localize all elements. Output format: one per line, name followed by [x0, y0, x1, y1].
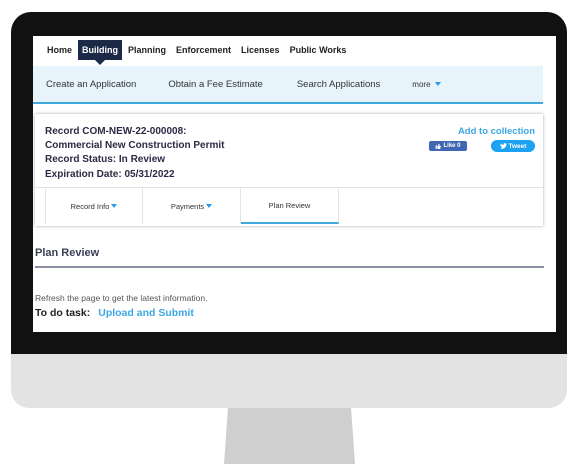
twitter-bird-icon [499, 143, 507, 149]
nav-planning[interactable]: Planning [124, 40, 170, 60]
tab-record-info-label: Record Info [70, 201, 110, 211]
facebook-like-button[interactable]: Like 0 [429, 141, 467, 151]
add-to-collection-link[interactable]: Add to collection [458, 126, 535, 137]
create-application-link[interactable]: Create an Application [46, 79, 136, 90]
record-type: Commercial New Construction Permit [45, 140, 225, 151]
record-card: Record COM-NEW-22-000008: Commercial New… [35, 114, 543, 226]
nav-enforcement[interactable]: Enforcement [172, 40, 235, 60]
nav-licenses[interactable]: Licenses [237, 40, 284, 60]
monitor-chin [11, 354, 567, 408]
refresh-note: Refresh the page to get the latest infor… [35, 293, 208, 303]
top-nav: Home Building Planning Enforcement Licen… [33, 36, 556, 65]
thumbs-up-icon [436, 143, 442, 149]
nav-public-works[interactable]: Public Works [286, 40, 351, 60]
record-tabs: Record Info Payments Plan Review [35, 187, 543, 224]
monitor-stand [224, 408, 355, 464]
record-number: Record COM-NEW-22-000008: [45, 126, 187, 137]
tab-payments-label: Payments [170, 201, 205, 211]
dropdown-caret-icon [206, 204, 213, 208]
tweet-label: Tweet [508, 142, 527, 150]
sub-nav: Create an Application Obtain a Fee Estim… [33, 66, 543, 104]
monitor-screen: Home Building Planning Enforcement Licen… [33, 36, 556, 332]
tweet-button[interactable]: Tweet [491, 140, 535, 152]
tab-plan-review-label: Plan Review [268, 200, 311, 210]
search-applications-link[interactable]: Search Applications [297, 79, 380, 90]
tab-record-info[interactable]: Record Info [45, 188, 143, 224]
dropdown-caret-icon [111, 204, 118, 208]
tab-plan-review[interactable]: Plan Review [241, 188, 339, 224]
dropdown-caret-icon [434, 82, 441, 86]
nav-home[interactable]: Home [43, 40, 76, 60]
section-divider [35, 266, 544, 268]
more-label: more [412, 79, 431, 89]
nav-building[interactable]: Building [78, 40, 123, 65]
todo-task: To do task: Upload and Submit [35, 307, 194, 319]
todo-label: To do task: [35, 307, 91, 319]
more-menu[interactable]: more [412, 79, 441, 89]
tab-payments[interactable]: Payments [143, 188, 241, 224]
record-status: Record Status: In Review [45, 154, 166, 165]
section-title: Plan Review [35, 247, 100, 259]
fee-estimate-link[interactable]: Obtain a Fee Estimate [168, 79, 263, 90]
upload-and-submit-link[interactable]: Upload and Submit [98, 307, 194, 319]
like-count-label: Like 0 [443, 143, 461, 149]
expiration-date: Expiration Date: 05/31/2022 [45, 169, 175, 180]
